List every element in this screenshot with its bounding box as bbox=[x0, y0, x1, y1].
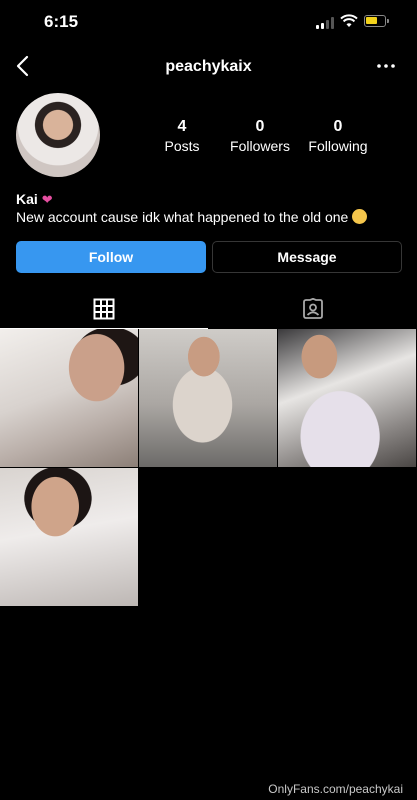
sleepy-face-emoji-icon bbox=[352, 209, 368, 224]
display-name-text: Kai bbox=[16, 191, 38, 207]
profile-avatar[interactable] bbox=[16, 93, 100, 177]
followers-stat[interactable]: 0 Followers bbox=[215, 118, 305, 154]
top-nav: peachykaix bbox=[0, 44, 417, 88]
message-button[interactable]: Message bbox=[212, 241, 402, 273]
following-stat[interactable]: 0 Following bbox=[293, 118, 383, 154]
wifi-icon bbox=[340, 14, 358, 27]
post-thumbnail[interactable] bbox=[139, 329, 277, 467]
following-label: Following bbox=[308, 138, 368, 154]
profile-display-name: Kai ❤ bbox=[16, 191, 53, 208]
posts-label: Posts bbox=[164, 138, 200, 154]
cellular-signal-icon bbox=[316, 17, 336, 29]
tab-tagged[interactable] bbox=[209, 290, 417, 328]
hearts-emoji-icon: ❤ bbox=[41, 192, 53, 207]
watermark: OnlyFans.com/peachykai bbox=[268, 782, 403, 796]
status-bar: 6:15 bbox=[0, 0, 417, 44]
profile-username: peachykaix bbox=[165, 58, 252, 75]
grid-icon bbox=[93, 298, 115, 320]
profile-bio: New account cause idk what happened to t… bbox=[16, 209, 368, 225]
following-count: 0 bbox=[333, 118, 343, 135]
tagged-icon bbox=[303, 298, 323, 319]
status-time: 6:15 bbox=[44, 12, 79, 31]
more-options-icon[interactable] bbox=[374, 54, 398, 78]
posts-stat[interactable]: 4 Posts bbox=[137, 118, 227, 154]
posts-count: 4 bbox=[177, 118, 187, 135]
bio-text: New account cause idk what happened to t… bbox=[16, 209, 349, 225]
followers-count: 0 bbox=[255, 118, 265, 135]
profile-tabs bbox=[0, 290, 417, 329]
post-thumbnail[interactable] bbox=[0, 329, 138, 467]
post-thumbnail[interactable] bbox=[0, 468, 138, 606]
followers-label: Followers bbox=[230, 138, 290, 154]
post-thumbnail[interactable] bbox=[278, 329, 416, 467]
follow-button[interactable]: Follow bbox=[16, 241, 206, 273]
battery-icon bbox=[364, 15, 389, 27]
tab-posts-grid[interactable] bbox=[0, 290, 208, 329]
